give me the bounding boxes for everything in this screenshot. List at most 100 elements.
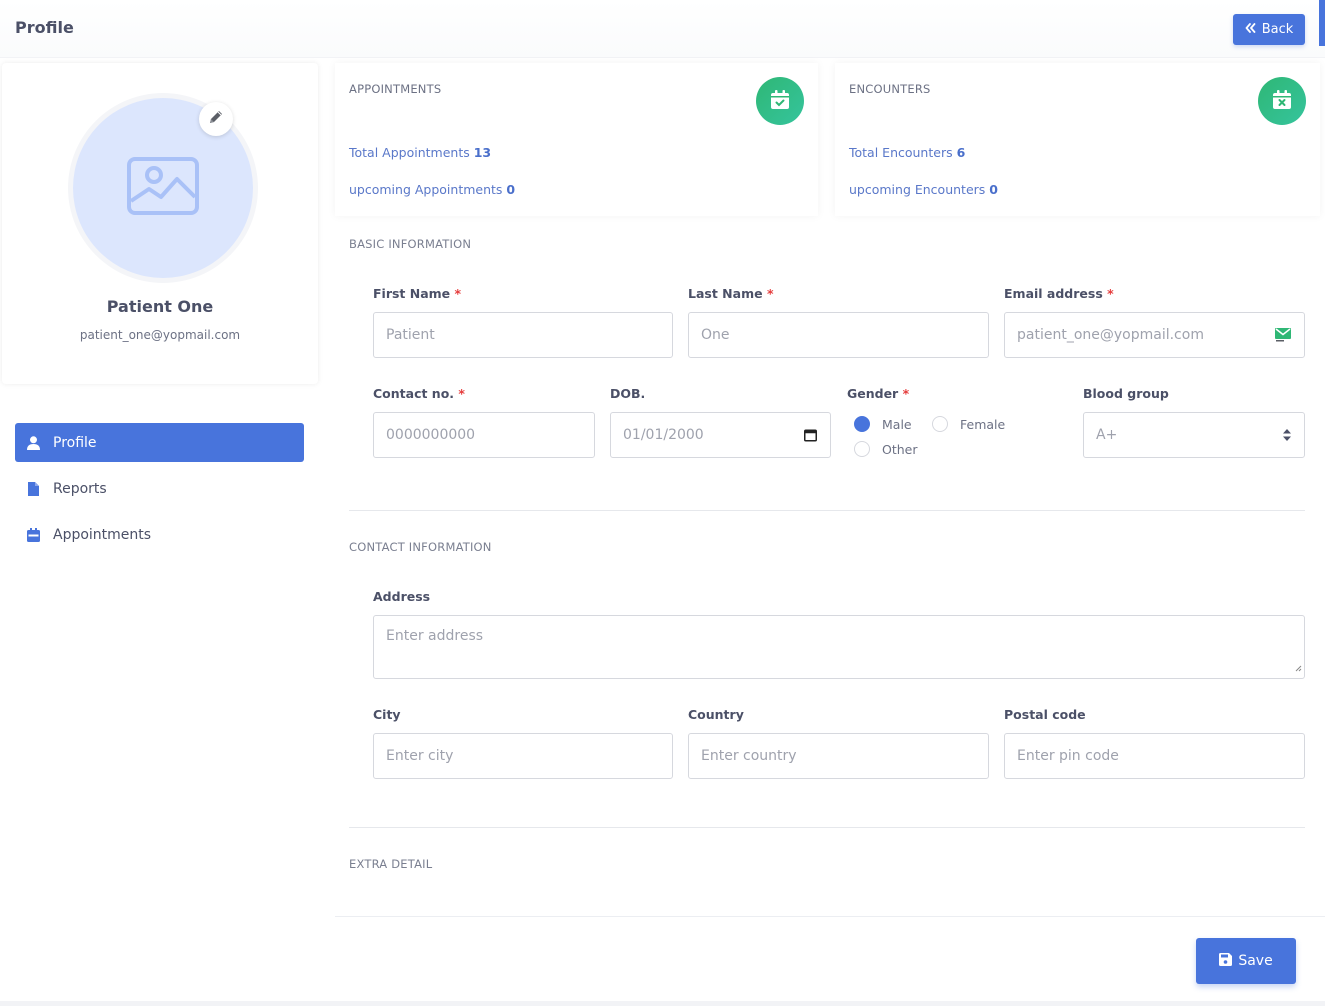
upcoming-appointments-value: 0 [506, 182, 516, 197]
basic-information-heading: BASIC INFORMATION [349, 237, 472, 251]
email-value: patient_one@yopmail.com [1017, 327, 1204, 343]
first-name-label: First Name * [373, 286, 461, 301]
address-label: Address [373, 589, 431, 604]
calendar-picker-icon[interactable] [804, 429, 817, 442]
sidebar-item-label: Profile [53, 434, 97, 451]
dob-value: 01/01/2000 [623, 427, 704, 443]
encounters-card: ENCOUNTERS Total Encounters 6 upcoming E… [835, 63, 1320, 216]
double-chevron-left-icon [1245, 22, 1256, 37]
blood-group-label: Blood group [1083, 386, 1169, 401]
contact-label: Contact no. * [373, 386, 465, 401]
back-button[interactable]: Back [1233, 14, 1305, 45]
city-label: City [373, 707, 401, 722]
required-marker: * [902, 386, 910, 401]
last-name-value: One [701, 327, 730, 343]
upcoming-encounters: upcoming Encounters 0 [849, 182, 998, 197]
image-placeholder-icon [127, 157, 199, 219]
appointments-badge [756, 77, 804, 125]
required-marker: * [766, 286, 774, 301]
patient-name: Patient One [106, 297, 214, 316]
blood-group-label-text: Blood group [1083, 386, 1169, 401]
blood-group-value: A+ [1096, 427, 1118, 443]
patient-email: patient_one@yopmail.com [79, 328, 241, 342]
section-divider [349, 510, 1305, 511]
sort-arrows-icon [1283, 429, 1291, 441]
postal-code-input[interactable]: Enter pin code [1004, 733, 1305, 779]
top-bar: Profile Back [0, 0, 1325, 58]
sidebar-item-label: Reports [53, 480, 107, 497]
gender-radio-female[interactable]: Female [932, 416, 1005, 432]
first-name-label-text: First Name [373, 286, 451, 301]
postal-code-placeholder: Enter pin code [1017, 748, 1119, 764]
scroll-indicator [1319, 0, 1325, 46]
section-divider [349, 827, 1305, 828]
address-placeholder: Enter address [386, 628, 484, 644]
footer-divider [335, 916, 1325, 917]
country-placeholder: Enter country [701, 748, 797, 764]
last-name-label-text: Last Name [688, 286, 763, 301]
first-name-input[interactable]: Patient [373, 312, 673, 358]
profile-card: Patient One patient_one@yopmail.com [2, 63, 318, 384]
calendar-icon [25, 527, 41, 542]
upcoming-encounters-value: 0 [989, 182, 998, 197]
email-label-text: Email address [1004, 286, 1103, 301]
required-marker: * [1107, 286, 1114, 301]
address-textarea[interactable]: Enter address [373, 615, 1305, 679]
country-input[interactable]: Enter country [688, 733, 989, 779]
last-name-label: Last Name * [688, 286, 773, 301]
email-label: Email address * [1004, 286, 1114, 301]
sidebar-item-label: Appointments [53, 526, 152, 543]
sidebar-item-profile[interactable]: Profile [15, 423, 304, 462]
total-appointments: Total Appointments 13 [349, 145, 491, 160]
required-marker: * [454, 286, 462, 301]
extra-detail-heading: EXTRA DETAIL [349, 857, 433, 871]
email-input[interactable]: patient_one@yopmail.com [1004, 312, 1305, 358]
back-button-label: Back [1261, 22, 1294, 37]
postal-code-label: Postal code [1004, 707, 1086, 722]
radio-unselected[interactable] [854, 441, 870, 457]
gender-radio-male[interactable]: Male [854, 416, 912, 432]
upcoming-appointments-label: upcoming Appointments [349, 182, 503, 197]
radio-unselected[interactable] [932, 416, 948, 432]
first-name-value: Patient [386, 327, 435, 343]
resize-handle-icon[interactable] [1295, 660, 1302, 676]
city-placeholder: Enter city [386, 748, 454, 764]
total-encounters-label: Total Encounters [849, 145, 953, 160]
contact-input[interactable]: 0000000000 [373, 412, 595, 458]
total-encounters-value: 6 [956, 145, 966, 160]
upcoming-encounters-label: upcoming Encounters [849, 182, 986, 197]
edit-avatar-button[interactable] [199, 102, 233, 136]
radio-selected[interactable] [854, 416, 870, 432]
city-input[interactable]: Enter city [373, 733, 673, 779]
user-icon [25, 435, 41, 450]
gender-label-text: Gender [847, 386, 899, 401]
save-button-label: Save [1238, 953, 1273, 969]
contact-information-heading: CONTACT INFORMATION [349, 540, 492, 554]
calendar-x-icon [1273, 89, 1291, 113]
envelope-icon [1275, 328, 1291, 342]
sidebar-item-reports[interactable]: Reports [15, 469, 304, 508]
total-appointments-value: 13 [473, 145, 492, 160]
page-title: Profile [15, 18, 74, 37]
radio-label: Male [882, 416, 912, 432]
blood-group-select[interactable]: A+ [1083, 412, 1305, 458]
radio-label: Other [882, 441, 918, 457]
sidebar-item-appointments[interactable]: Appointments [15, 515, 304, 554]
bottom-strip [0, 1001, 1325, 1006]
dob-label: DOB. [610, 386, 645, 401]
floppy-disk-icon [1219, 952, 1233, 970]
last-name-input[interactable]: One [688, 312, 989, 358]
radio-label: Female [960, 416, 1006, 432]
gender-radio-other[interactable]: Other [854, 441, 918, 457]
side-nav: Profile Reports Appointments [15, 423, 304, 561]
required-marker: * [458, 386, 465, 401]
file-icon [25, 481, 41, 496]
save-button[interactable]: Save [1196, 938, 1296, 984]
upcoming-appointments: upcoming Appointments 0 [349, 182, 515, 197]
calendar-check-icon [771, 89, 789, 113]
appointments-title: APPOINTMENTS [349, 82, 442, 96]
dob-input[interactable]: 01/01/2000 [610, 412, 831, 458]
encounters-badge [1258, 77, 1306, 125]
encounters-title: ENCOUNTERS [849, 82, 931, 96]
gender-label: Gender * [847, 386, 909, 401]
